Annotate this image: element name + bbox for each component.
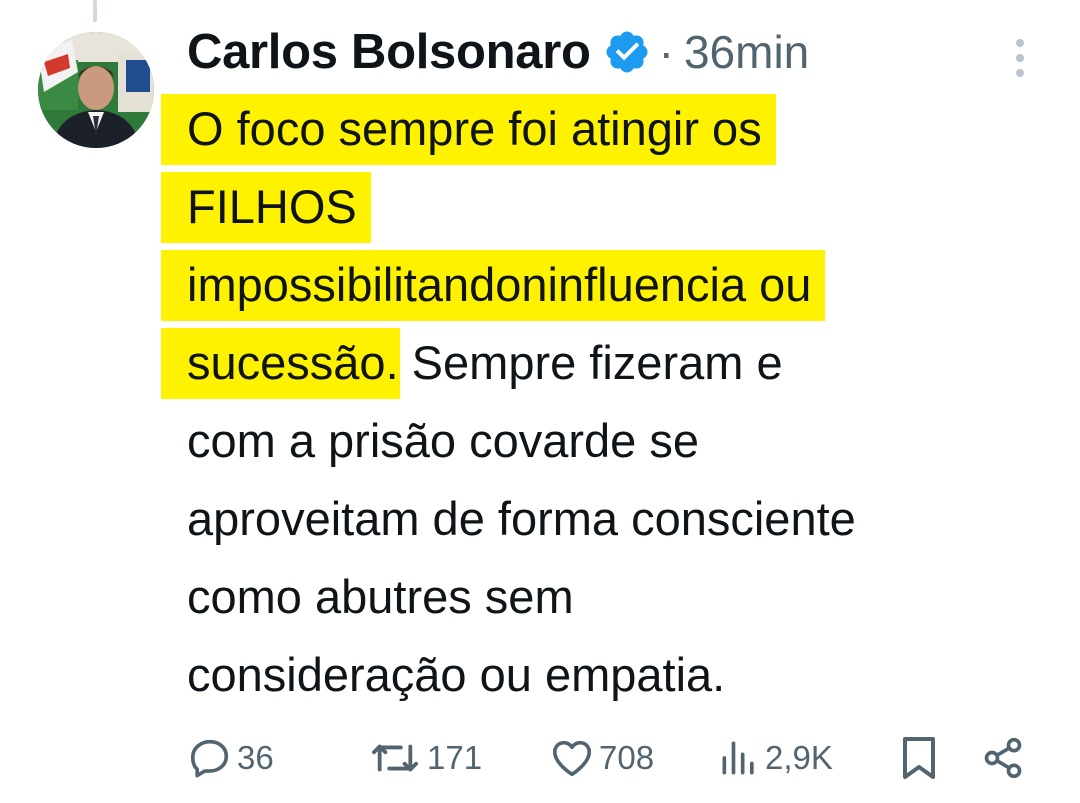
post-text-line: FILHOS bbox=[187, 168, 1067, 246]
views-count: 2,9K bbox=[765, 739, 833, 776]
post-text-line: com a prisão covarde se bbox=[187, 402, 1067, 480]
repost-count: 171 bbox=[427, 739, 483, 776]
avatar-image bbox=[38, 32, 154, 148]
highlighted-text: FILHOS bbox=[187, 172, 357, 243]
post-header: Carlos Bolsonaro · 36min bbox=[187, 22, 809, 82]
repost-icon bbox=[372, 744, 419, 772]
views-button[interactable]: 2,9K bbox=[717, 728, 833, 788]
plain-text: com a prisão covarde se bbox=[187, 414, 700, 467]
bookmark-button[interactable] bbox=[899, 728, 939, 788]
plain-text: . Sempre fizeram e bbox=[385, 336, 783, 389]
plain-text: como abutres sem bbox=[187, 570, 574, 623]
post-timestamp[interactable]: 36min bbox=[684, 25, 809, 79]
post-text-line: como abutres sem bbox=[187, 558, 1067, 636]
views-chart-icon bbox=[722, 741, 754, 775]
like-count: 708 bbox=[599, 739, 655, 776]
reply-icon bbox=[190, 739, 229, 778]
post-text-line: consideração ou empatia. bbox=[187, 636, 1067, 714]
highlighted-text: O foco sempre foi atingir os bbox=[187, 94, 762, 165]
repost-button[interactable]: 171 bbox=[367, 728, 482, 788]
reply-button[interactable]: 36 bbox=[187, 728, 274, 788]
avatar[interactable] bbox=[38, 32, 154, 148]
post-text-line: impossibilitandoninfluencia ou bbox=[187, 246, 1067, 324]
bookmark-icon bbox=[903, 737, 935, 779]
highlighted-text: sucessão bbox=[187, 328, 386, 399]
post-text-line: sucessão. Sempre fizeram e bbox=[187, 324, 1067, 402]
more-options-icon[interactable] bbox=[1008, 36, 1032, 80]
share-button[interactable] bbox=[981, 728, 1025, 788]
like-button[interactable]: 708 bbox=[549, 728, 654, 788]
reply-count: 36 bbox=[237, 739, 274, 776]
heart-icon bbox=[552, 740, 592, 777]
verified-badge-icon[interactable] bbox=[603, 28, 651, 76]
highlighted-text: impossibilitandoninfluencia ou bbox=[187, 250, 812, 321]
plain-text: consideração ou empatia. bbox=[187, 648, 726, 701]
thread-connector-line bbox=[93, 0, 97, 22]
author-name[interactable]: Carlos Bolsonaro bbox=[187, 24, 591, 80]
post-action-bar: 36 171 708 2,9K bbox=[187, 728, 1037, 788]
share-icon bbox=[984, 737, 1022, 779]
post-text-line: O foco sempre foi atingir os bbox=[187, 90, 1067, 168]
post-text-line: aproveitam de forma consciente bbox=[187, 480, 1067, 558]
header-separator: · bbox=[658, 26, 674, 78]
plain-text: aproveitam de forma consciente bbox=[187, 492, 856, 545]
post-text: O foco sempre foi atingir os FILHOS impo… bbox=[187, 90, 1067, 714]
